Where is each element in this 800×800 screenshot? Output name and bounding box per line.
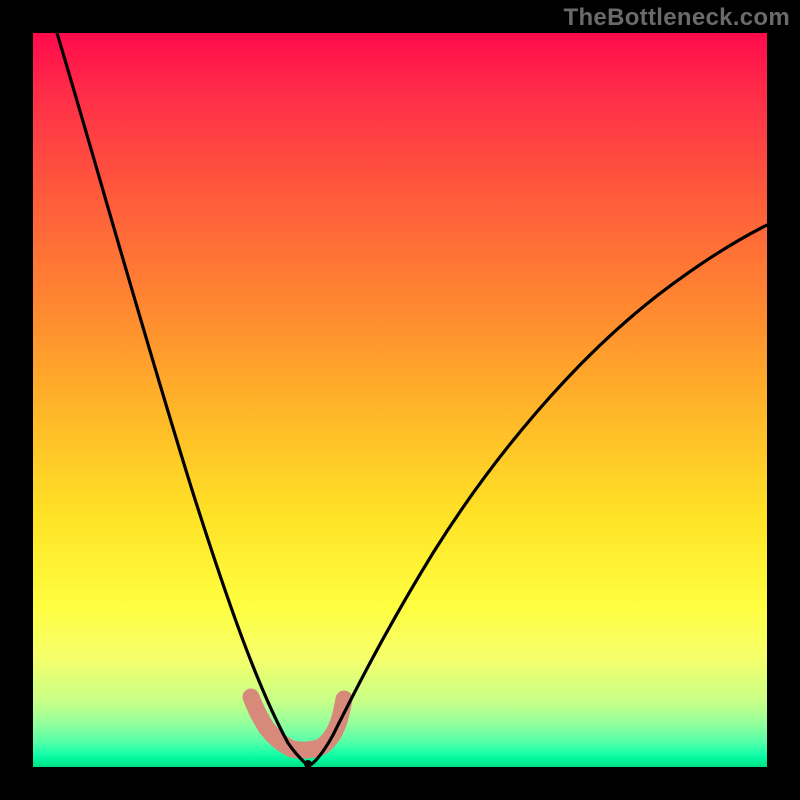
plot-area [33,33,767,767]
curve-left-branch [57,33,308,766]
curve-right-branch [308,225,767,766]
watermark-text: TheBottleneck.com [564,4,790,32]
curve-layer [33,33,767,767]
chart-frame: TheBottleneck.com [0,0,800,800]
